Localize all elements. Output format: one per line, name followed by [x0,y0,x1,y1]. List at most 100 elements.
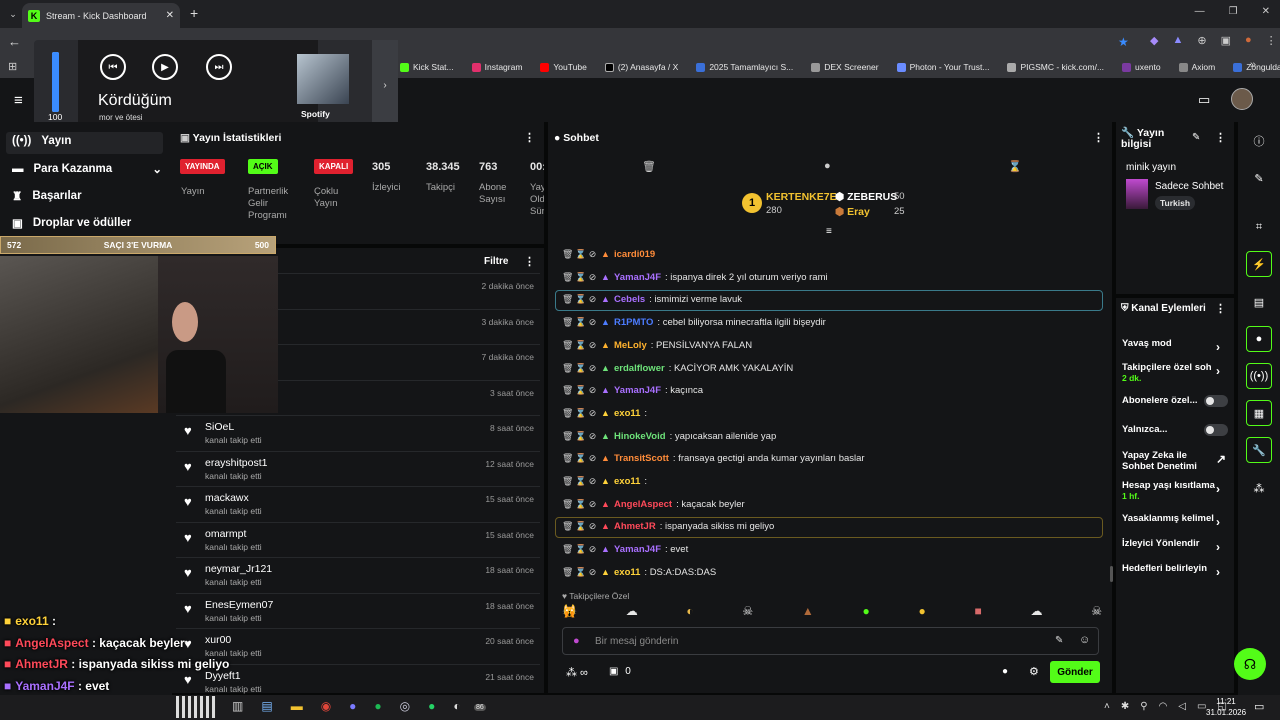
play-icon[interactable]: ▶ [152,54,178,80]
bookmark[interactable]: YouTube [540,62,587,72]
timeout-icon[interactable]: ⌛ [575,340,586,350]
notifications-icon[interactable]: ▭ [1254,700,1264,713]
chat-username[interactable]: exo11 [614,408,640,419]
bookmark[interactable]: Photon - Your Trust... [896,62,989,72]
delete-icon[interactable]: 🗑 [562,340,573,350]
bookmark[interactable]: Instagram [471,62,522,72]
extension-icon[interactable]: ⊕ [1197,34,1206,47]
emote-icon[interactable]: ■ [975,604,982,622]
timeout-icon[interactable]: ⌛ [575,250,586,259]
emote-icon[interactable]: ☠ [742,604,753,622]
channel-action[interactable]: Takipçilere özel soh 2 dk. [1122,362,1220,384]
bookmark[interactable]: PIGSMC - kick.com/... [1007,62,1104,72]
wifi-icon[interactable]: ◠ [1159,701,1168,712]
bluetooth-icon[interactable]: ✱ [1121,701,1129,712]
profile-icon[interactable]: ● [1245,34,1252,47]
bookmark-star-icon[interactable]: ★ [1118,35,1129,49]
browser-tab[interactable]: K Stream - Kick Dashboard ✕ [22,3,180,28]
chat-icon[interactable]: ● [1246,326,1272,352]
bookmark[interactable]: Zonguldak İngilizce... [1233,62,1280,72]
send-button[interactable]: Gönder [1050,661,1100,683]
extension-icon[interactable]: ▲ [1172,34,1183,47]
bookmark[interactable]: DEX Screener [811,62,879,72]
channel-action[interactable]: Hesap yaşı kısıtlama 1 hf. [1122,480,1220,502]
emote-icon[interactable]: ☁ [1030,604,1042,622]
channel-action[interactable]: Yapay Zeka ile Sohbet Denetimi [1122,450,1220,472]
gear-icon[interactable]: ⚙ [1029,665,1039,678]
delete-icon[interactable]: 🗑 [562,522,573,531]
usb-icon[interactable]: ⚲ [1140,701,1147,712]
delete-icon[interactable]: 🗑 [562,499,573,509]
chat-username[interactable]: Cebels [614,294,645,305]
ban-icon[interactable]: ⊘ [588,545,597,554]
maximize-icon[interactable]: ❐ [1229,6,1238,17]
chat-username[interactable]: MeLoly [614,340,647,351]
new-tab-icon[interactable]: + [190,5,198,21]
bookmark[interactable]: 2025 Tamamlayıcı S... [696,62,793,72]
sidebar-item-para-kazanma[interactable]: ▬ Para Kazanma ⌄ [12,162,162,176]
bookmark[interactable]: Kick Stat... [400,62,454,72]
chat-username[interactable]: YamanJ4F [614,272,661,283]
chevron-right-icon[interactable]: › [1216,565,1220,579]
timeout-icon[interactable]: ⌛ [575,295,586,304]
chat-username[interactable]: YamanJ4F [614,385,661,396]
bookmark[interactable]: Axiom [1178,62,1215,72]
volume-bar[interactable] [52,52,59,112]
puzzle-icon[interactable]: ▣ [1221,34,1231,47]
volume-icon[interactable]: ◁ [1178,701,1186,712]
timeout-icon[interactable]: ⌛ [575,408,586,418]
translate-icon[interactable]: ✎ [1055,635,1063,646]
minimize-icon[interactable]: — [1195,6,1205,17]
sidebar-item-yayin[interactable]: ((•)) Yayın [12,135,71,147]
previous-track-icon[interactable]: ⏮ [100,54,126,80]
chat-scrollbar[interactable] [1110,566,1113,582]
chat-username[interactable]: HinokeVoid [614,431,666,442]
info-icon[interactable]: ⓘ [1246,128,1272,154]
channel-action[interactable]: İzleyici Yönlendir [1122,538,1220,549]
stream-preview-icon[interactable]: ▭ [1198,92,1210,108]
timeout-icon[interactable]: ⌛ [575,499,586,509]
chat-settings-bubble-icon[interactable]: ● [1002,666,1008,677]
emote-icon[interactable]: 🙀 [562,604,577,622]
chevron-right-icon[interactable]: ↗ [1216,452,1226,466]
discord-icon[interactable]: ● [349,699,356,713]
more-bookmarks-icon[interactable]: » [1250,59,1256,71]
delete-icon[interactable]: 🗑 [562,295,573,304]
points-infinity[interactable]: ⁂ ∞ [566,666,588,679]
chrome-icon[interactable]: ◉ [321,699,331,713]
activity-menu-icon[interactable]: ⋮ [524,255,535,268]
ban-icon[interactable]: ⊘ [588,272,597,282]
channel-action[interactable]: Yasaklanmış kelimel [1122,513,1220,524]
sidebar-item-droplar[interactable]: ▣ Droplar ve ödüller [12,216,131,230]
filter-button[interactable]: Filtre [484,256,508,267]
menu-icon[interactable]: ⋮ [1266,34,1277,47]
emote-icon[interactable]: ◐ [686,604,693,622]
subscribers-only-toggle[interactable] [1204,395,1228,407]
chevron-right-icon[interactable]: › [1216,482,1220,496]
ban-icon[interactable]: ⊘ [588,499,597,509]
timeout-icon[interactable]: ⌛ [575,454,586,463]
delete-icon[interactable]: 🗑 [562,386,573,395]
ban-icon[interactable]: ⊘ [588,363,597,373]
ban-icon[interactable]: ⊘ [588,408,597,418]
chat-username[interactable]: YamanJ4F [614,544,661,555]
hourglass-icon[interactable]: ⌛ [1008,160,1022,173]
layout-icon[interactable]: ▦ [1246,400,1272,426]
crop-icon[interactable]: ⌗ [1246,214,1272,240]
extension-icon[interactable]: ◆ [1150,34,1158,47]
bookmark[interactable]: (2) Anasayfa / X [604,62,678,72]
emoji-icon[interactable]: ☺ [1079,634,1090,646]
timeout-icon[interactable]: ⌛ [575,386,586,395]
timeout-icon[interactable]: ⌛ [575,363,586,373]
chat-username[interactable]: TransitScott [614,453,669,464]
chat-username[interactable]: exo11 [614,476,640,487]
edit-icon[interactable]: ✎ [1192,132,1200,143]
timeout-icon[interactable]: ⌛ [575,272,586,282]
timeout-icon[interactable]: ⌛ [575,567,586,577]
delete-icon[interactable]: 🗑 [562,250,573,259]
timeout-icon[interactable]: ⌛ [575,431,586,441]
task-view-icon[interactable]: ▥ [232,699,243,713]
delete-icon[interactable]: 🗑 [562,408,573,418]
ban-icon[interactable]: ⊘ [588,454,597,463]
pencil-icon[interactable]: ✎ [1246,165,1272,191]
